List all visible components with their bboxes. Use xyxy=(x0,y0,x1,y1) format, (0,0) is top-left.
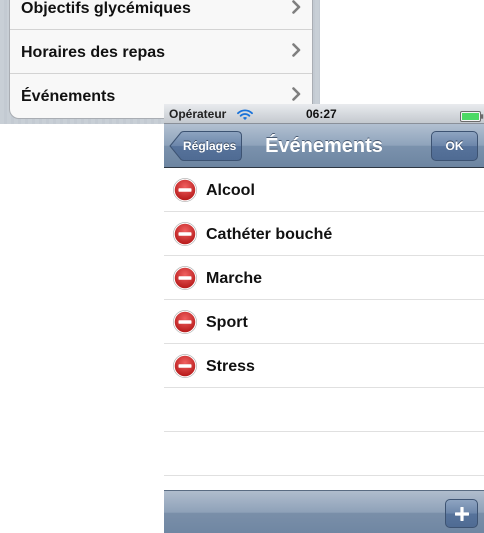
event-label: Sport xyxy=(206,314,248,331)
empty-row xyxy=(164,432,484,476)
delete-icon[interactable] xyxy=(173,310,197,339)
list-item[interactable]: Stress xyxy=(164,344,484,388)
carrier-name: Opérateur xyxy=(169,107,227,121)
event-label: Alcool xyxy=(206,182,255,199)
settings-row-objectifs[interactable]: Objectifs glycémiques xyxy=(10,0,312,30)
ok-button[interactable]: OK xyxy=(431,131,478,161)
page-title: Événements xyxy=(265,135,383,157)
chevron-right-icon xyxy=(292,0,301,19)
event-label: Marche xyxy=(206,270,263,287)
bottom-toolbar xyxy=(164,490,484,533)
list-item[interactable]: Marche xyxy=(164,256,484,300)
delete-icon[interactable] xyxy=(173,222,197,251)
add-event-button[interactable] xyxy=(445,499,478,528)
list-item[interactable]: Cathéter bouché xyxy=(164,212,484,256)
events-list: Alcool Cathéter bouché Marche Sport Stre… xyxy=(164,168,484,476)
status-time: 06:27 xyxy=(306,107,337,121)
delete-icon[interactable] xyxy=(173,178,197,207)
list-item[interactable]: Alcool xyxy=(164,168,484,212)
screenshot-composite: Objectifs glycémiques Horaires des repas… xyxy=(0,0,484,533)
event-label: Stress xyxy=(206,358,255,375)
settings-row-label: Objectifs glycémiques xyxy=(21,0,191,17)
settings-row-label: Horaires des repas xyxy=(21,44,166,61)
plus-icon xyxy=(455,507,469,521)
list-item[interactable]: Sport xyxy=(164,300,484,344)
chevron-right-icon xyxy=(292,43,301,62)
nav-bar: Réglages Événements OK xyxy=(164,124,484,168)
delete-icon[interactable] xyxy=(173,266,197,295)
settings-row-label: Événements xyxy=(21,88,116,105)
delete-icon[interactable] xyxy=(173,354,197,383)
status-bar: Opérateur 06:27 xyxy=(164,104,484,124)
empty-row xyxy=(164,388,484,432)
events-screen: Opérateur 06:27 Réglages Événements OK A… xyxy=(164,104,484,533)
settings-group: Objectifs glycémiques Horaires des repas… xyxy=(9,0,313,119)
back-button[interactable]: Réglages xyxy=(169,131,242,161)
settings-row-horaires[interactable]: Horaires des repas xyxy=(10,30,312,74)
event-label: Cathéter bouché xyxy=(206,226,333,243)
back-button-label: Réglages xyxy=(183,139,237,153)
